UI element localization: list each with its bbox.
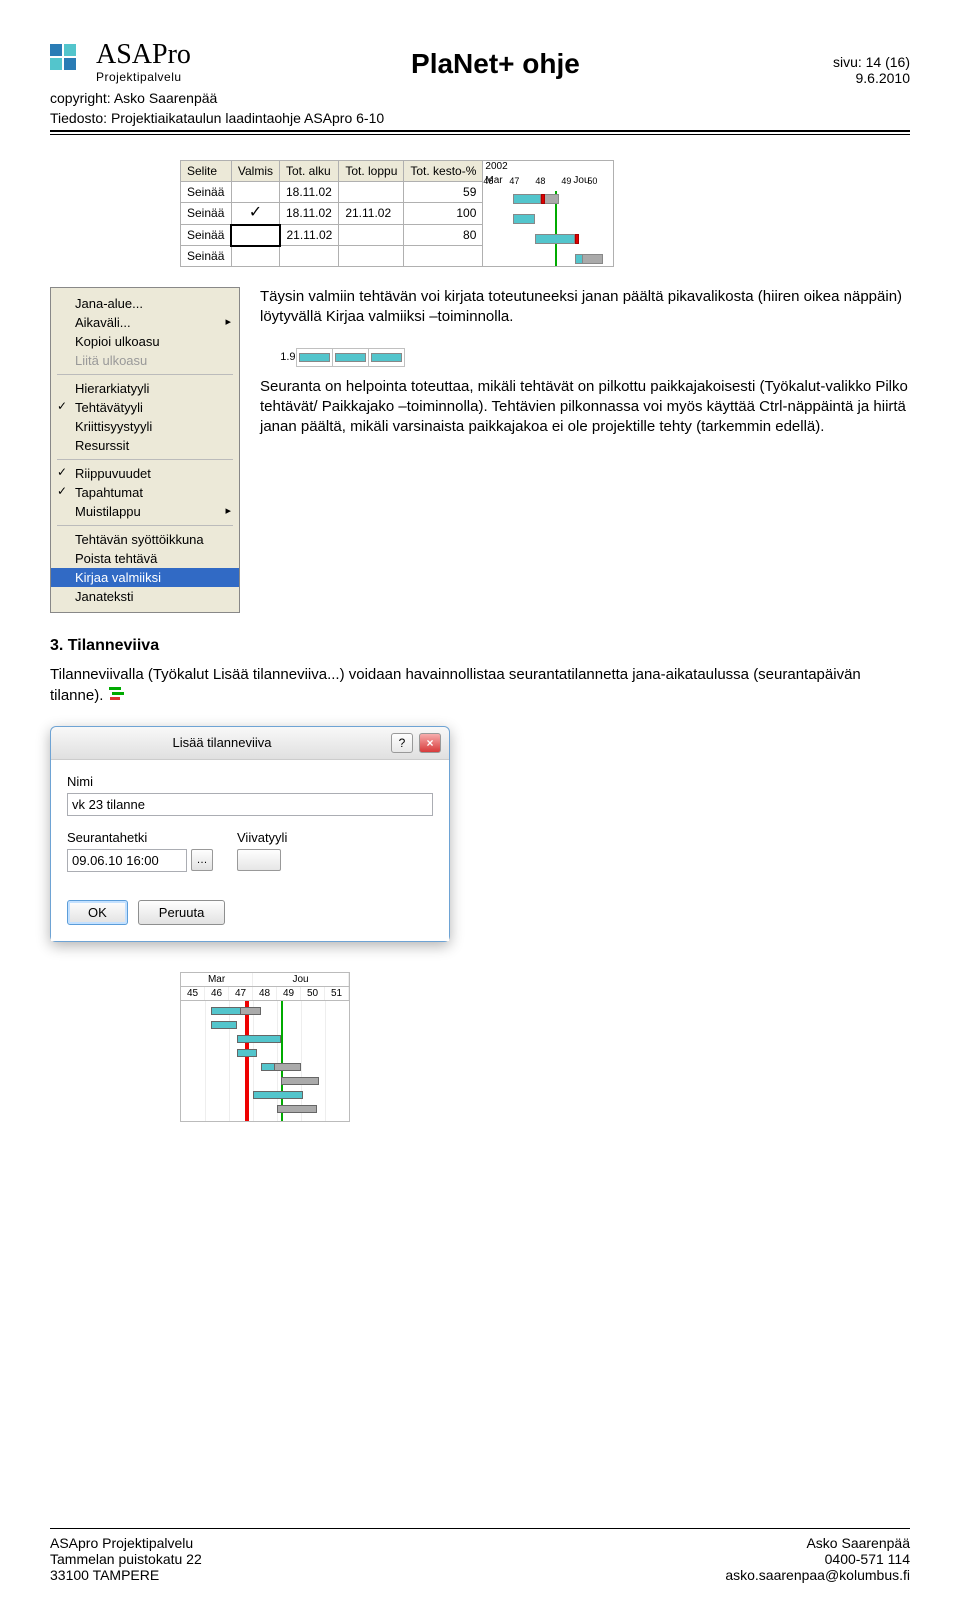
page-footer: ASApro Projektipalvelu Tammelan puistoka… <box>50 1528 910 1583</box>
menu-item[interactable]: Tehtävän syöttöikkuna <box>51 530 239 549</box>
menu-item[interactable]: Resurssit <box>51 436 239 455</box>
file-line: Tiedosto: Projektiaikataulun laadintaohj… <box>50 110 910 126</box>
menu-item[interactable]: Tehtävätyyli <box>51 398 239 417</box>
help-button[interactable]: ? <box>391 733 413 753</box>
add-statusline-dialog: Lisää tilanneviiva ? × Nimi Seurantahetk… <box>50 726 450 942</box>
menu-item[interactable]: Janateksti <box>51 587 239 606</box>
paragraph-2: Seuranta on helpointa toteuttaa, mikäli … <box>260 377 910 438</box>
menu-item[interactable]: Muistilappu <box>51 502 239 521</box>
close-button[interactable]: × <box>419 733 441 753</box>
bottom-gantt: Mar Jou 45464748495051 <box>180 972 910 1122</box>
dialog-title: Lisää tilanneviiva <box>59 735 385 750</box>
menu-item[interactable]: Poista tehtävä <box>51 549 239 568</box>
paragraph-1: Täysin valmiin tehtävän voi kirjata tote… <box>260 287 910 328</box>
datetime-picker-button[interactable]: … <box>191 849 213 871</box>
menu-item[interactable]: Aikaväli... <box>51 313 239 332</box>
cancel-button[interactable]: Peruuta <box>138 900 226 925</box>
col-valmis: Valmis <box>231 161 279 182</box>
check-icon: ✓ <box>231 202 279 224</box>
datetime-input[interactable] <box>67 849 187 872</box>
menu-item[interactable]: Riippuvuudet <box>51 464 239 483</box>
page-date: 9.6.2010 <box>800 70 910 86</box>
page-number: sivu: 14 (16) <box>800 54 910 70</box>
name-input[interactable] <box>67 793 433 816</box>
menu-item[interactable]: Kirjaa valmiiksi <box>51 568 239 587</box>
col-tot-kesto: Tot. kesto-% <box>404 161 483 182</box>
col-tot-loppu: Tot. loppu <box>339 161 404 182</box>
brand-logo <box>50 44 86 80</box>
page-title: PlaNet+ ohje <box>201 48 790 80</box>
brand-name: ASAPro <box>96 40 191 71</box>
menu-item[interactable]: Tapahtumat <box>51 483 239 502</box>
linestyle-label: Viivatyyli <box>237 830 287 845</box>
menu-item[interactable]: Kopioi ulkoasu <box>51 332 239 351</box>
context-menu[interactable]: Jana-alue...Aikaväli...Kopioi ulkoasuLii… <box>50 287 240 613</box>
task-grid: Selite Valmis Tot. alku Tot. loppu Tot. … <box>180 160 910 267</box>
menu-item[interactable]: Jana-alue... <box>51 294 239 313</box>
menu-item[interactable]: Hierarkiatyyli <box>51 379 239 398</box>
linestyle-swatch[interactable] <box>237 849 281 871</box>
section-3-title: 3. Tilanneviiva <box>50 637 910 655</box>
small-gantt-inline: 1.9 <box>260 348 910 367</box>
menu-item[interactable]: Kriittisyystyyli <box>51 417 239 436</box>
col-selite: Selite <box>181 161 232 182</box>
col-tot-alku: Tot. alku <box>280 161 339 182</box>
menu-item: Liitä ulkoasu <box>51 351 239 370</box>
copyright-line: copyright: Asko Saarenpää <box>50 90 910 106</box>
gantt-icon <box>108 685 128 707</box>
name-label: Nimi <box>67 774 433 789</box>
section-3-text: Tilanneviivalla (Työkalut Lisää tilannev… <box>50 665 910 708</box>
ok-button[interactable]: OK <box>67 900 128 925</box>
brand-subtitle: Projektipalvelu <box>96 71 191 84</box>
datetime-label: Seurantahetki <box>67 830 213 845</box>
mini-gantt: 2002 Mar Jou 46 47 48 49 50 <box>483 161 613 266</box>
